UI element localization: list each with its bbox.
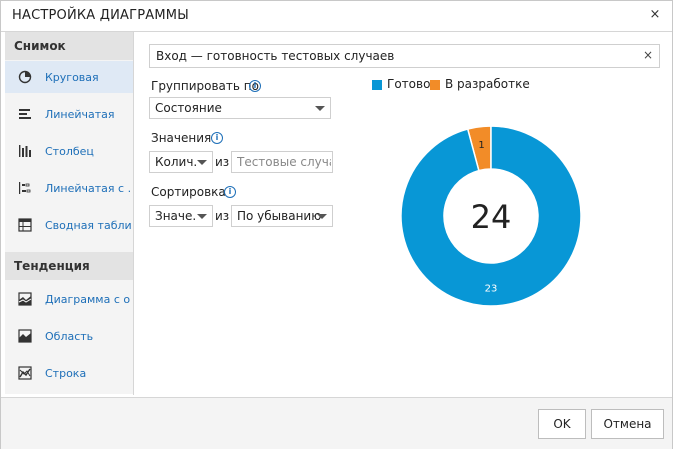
- sidebar-item-column[interactable]: Столбец: [5, 135, 133, 167]
- sidebar-item-stacked-area[interactable]: Диаграмма с о...: [5, 283, 133, 315]
- values-field-input[interactable]: Тестовые случаи: [231, 151, 333, 173]
- sort-label: Сортировка: [151, 185, 226, 199]
- donut-total-label: 24: [471, 198, 512, 236]
- legend-swatch-in-development: [430, 80, 440, 90]
- group-by-label: Группировать по: [151, 79, 259, 93]
- sidebar-item-label: Диаграмма с о...: [45, 293, 131, 306]
- trend-section-header: Тенденция: [5, 252, 133, 280]
- sidebar-item-label: Линейчатая: [45, 108, 115, 121]
- sort-order-select[interactable]: По убыванию: [231, 205, 333, 227]
- cancel-button[interactable]: Отмена: [591, 409, 664, 439]
- sidebar-item-label: Линейчатая с ...: [45, 182, 131, 195]
- sidebar-item-line[interactable]: Строка: [5, 357, 133, 389]
- pie-chart-icon: [18, 70, 32, 84]
- area-chart-icon: [18, 329, 32, 343]
- sidebar-item-pivot-table[interactable]: Сводная таблица: [5, 209, 133, 241]
- sidebar-item-label: Столбец: [45, 145, 94, 158]
- chevron-down-icon: [315, 106, 325, 111]
- sidebar-item-stacked-bar[interactable]: Линейчатая с ...: [5, 172, 133, 204]
- dialog-titlebar: НАСТРОЙКА ДИАГРАММЫ ×: [1, 1, 672, 32]
- chevron-down-icon: [317, 214, 327, 219]
- values-field-placeholder: Тестовые случаи: [237, 155, 331, 169]
- dialog-footer: OK Отмена: [1, 397, 672, 449]
- aggregation-value: Колич...: [155, 155, 197, 169]
- stacked-area-chart-icon: [18, 292, 32, 306]
- column-chart-icon: [19, 145, 31, 157]
- sidebar-item-label: Сводная таблица: [45, 219, 131, 232]
- chart-type-sidebar: Снимок Круговая Линейчатая Столбец Линей…: [5, 32, 133, 394]
- group-by-value: Состояние: [155, 101, 222, 115]
- sidebar-item-label: Область: [45, 330, 94, 343]
- sidebar-divider: [133, 32, 134, 395]
- sidebar-item-area[interactable]: Область: [5, 320, 133, 352]
- group-by-select[interactable]: Состояние: [149, 97, 331, 119]
- sidebar-item-label: Строка: [45, 367, 87, 380]
- chevron-down-icon: [197, 214, 207, 219]
- chart-title-input[interactable]: Вход — готовность тестовых случаев ×: [149, 44, 660, 68]
- chart-title-value[interactable]: Вход — готовность тестовых случаев: [156, 49, 394, 63]
- close-icon[interactable]: ×: [647, 7, 663, 23]
- legend-label-in-development: В разработке: [445, 77, 530, 91]
- values-of-label: из: [215, 155, 230, 169]
- trend-header-label: Тенденция: [14, 259, 90, 273]
- snapshot-section-header: Снимок: [5, 32, 133, 60]
- chart-configuration-dialog: НАСТРОЙКА ДИАГРАММЫ × Снимок Круговая Ли…: [0, 0, 673, 449]
- ok-button[interactable]: OK: [538, 409, 586, 439]
- slice-value-label: 1: [478, 140, 484, 151]
- sort-of-label: из: [215, 209, 230, 223]
- legend-label-ready: Готово: [387, 77, 431, 91]
- snapshot-header-label: Снимок: [14, 39, 66, 53]
- values-label: Значения: [151, 131, 212, 145]
- aggregation-select[interactable]: Колич...: [149, 151, 213, 173]
- sort-info-icon[interactable]: i: [224, 186, 236, 198]
- sidebar-item-bar[interactable]: Линейчатая: [5, 98, 133, 130]
- stacked-bar-chart-icon: [19, 182, 31, 194]
- dialog-title: НАСТРОЙКА ДИАГРАММЫ: [12, 8, 189, 23]
- donut-chart: 23 1 24: [400, 125, 582, 307]
- sidebar-item-pie[interactable]: Круговая: [5, 61, 133, 93]
- values-info-icon[interactable]: i: [211, 132, 223, 144]
- slice-value-label: 23: [485, 284, 498, 295]
- sidebar-item-label: Круговая: [45, 71, 99, 84]
- sort-field-value: Значе...: [155, 209, 197, 223]
- pivot-table-icon: [18, 218, 32, 232]
- line-chart-icon: [18, 366, 32, 380]
- sort-order-value: По убыванию: [237, 209, 322, 223]
- chevron-down-icon: [197, 160, 207, 165]
- group-by-info-icon[interactable]: i: [249, 80, 261, 92]
- clear-icon[interactable]: ×: [643, 48, 653, 62]
- bar-chart-icon: [19, 109, 31, 119]
- legend-swatch-ready: [372, 80, 382, 90]
- sort-field-select[interactable]: Значе...: [149, 205, 213, 227]
